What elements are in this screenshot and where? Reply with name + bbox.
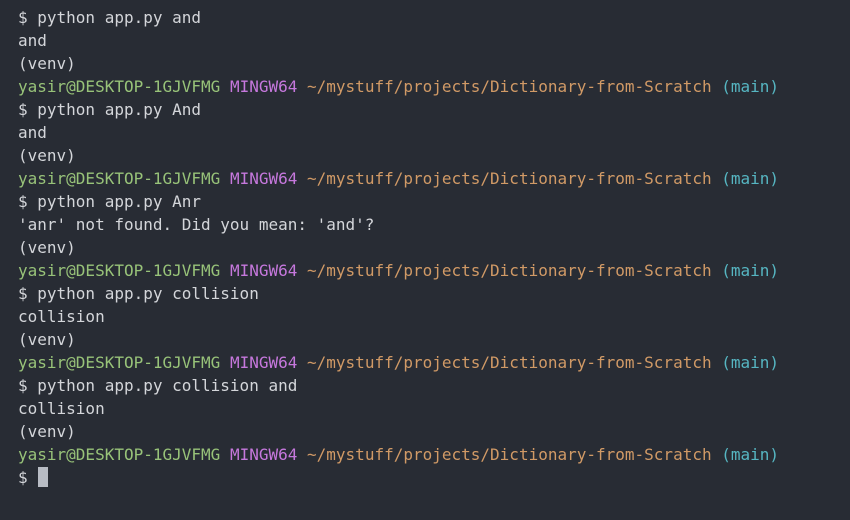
venv-indicator: (venv): [18, 422, 76, 441]
prompt-line: yasir@DESKTOP-1GJVFMG MINGW64 ~/mystuff/…: [0, 75, 850, 98]
prompt-branch: (main): [721, 169, 780, 188]
prompt-system: MINGW64: [229, 169, 298, 188]
prompt-branch: (main): [721, 445, 780, 464]
input-line[interactable]: $: [0, 466, 850, 489]
prompt-path: ~/mystuff/projects/Dictionary-from-Scrat…: [307, 261, 712, 280]
output-line: 'anr' not found. Did you mean: 'and'?: [18, 215, 375, 234]
venv-indicator: (venv): [18, 238, 76, 257]
prompt-system: MINGW64: [229, 77, 298, 96]
output-line: and: [18, 123, 47, 142]
terminal-window[interactable]: $ python app.py and and (venv) yasir@DES…: [0, 0, 850, 520]
prompt-branch: (main): [721, 353, 780, 372]
prompt-path: ~/mystuff/projects/Dictionary-from-Scrat…: [307, 77, 712, 96]
command-line: $ python app.py collision: [18, 284, 259, 303]
prompt-user-host: yasir@DESKTOP-1GJVFMG: [18, 445, 221, 464]
input-prompt-symbol: $: [18, 468, 28, 487]
prompt-path: ~/mystuff/projects/Dictionary-from-Scrat…: [307, 353, 712, 372]
venv-indicator: (venv): [18, 330, 76, 349]
command-line: $ python app.py And: [18, 100, 202, 119]
prompt-user-host: yasir@DESKTOP-1GJVFMG: [18, 261, 221, 280]
command-line: $ python app.py and: [18, 8, 202, 27]
prompt-line: yasir@DESKTOP-1GJVFMG MINGW64 ~/mystuff/…: [0, 259, 850, 282]
prompt-system: MINGW64: [229, 445, 298, 464]
prompt-branch: (main): [721, 77, 780, 96]
prompt-line: yasir@DESKTOP-1GJVFMG MINGW64 ~/mystuff/…: [0, 351, 850, 374]
output-line: and: [18, 31, 47, 50]
prompt-user-host: yasir@DESKTOP-1GJVFMG: [18, 77, 221, 96]
command-line: $ python app.py collision and: [18, 376, 298, 395]
prompt-system: MINGW64: [229, 353, 298, 372]
output-line: collision: [18, 307, 105, 326]
prompt-user-host: yasir@DESKTOP-1GJVFMG: [18, 353, 221, 372]
prompt-user-host: yasir@DESKTOP-1GJVFMG: [18, 169, 221, 188]
prompt-system: MINGW64: [229, 261, 298, 280]
text-cursor: [38, 467, 49, 487]
prompt-line: yasir@DESKTOP-1GJVFMG MINGW64 ~/mystuff/…: [0, 443, 850, 466]
prompt-path: ~/mystuff/projects/Dictionary-from-Scrat…: [307, 445, 712, 464]
prompt-branch: (main): [721, 261, 780, 280]
command-line: $ python app.py Anr: [18, 192, 202, 211]
prompt-path: ~/mystuff/projects/Dictionary-from-Scrat…: [307, 169, 712, 188]
venv-indicator: (venv): [18, 54, 76, 73]
output-line: collision: [18, 399, 105, 418]
venv-indicator: (venv): [18, 146, 76, 165]
prompt-line: yasir@DESKTOP-1GJVFMG MINGW64 ~/mystuff/…: [0, 167, 850, 190]
